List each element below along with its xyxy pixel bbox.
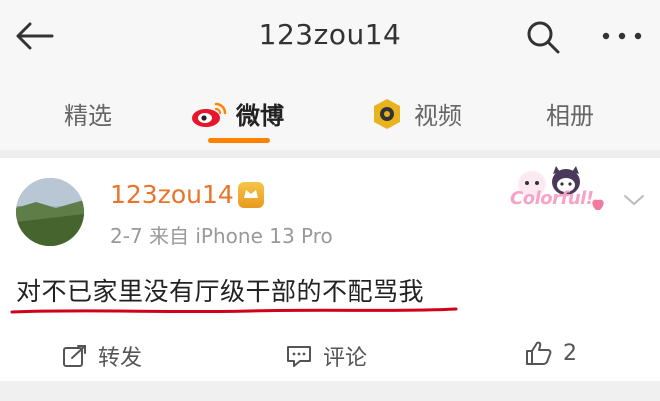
active-tab-indicator xyxy=(208,138,270,143)
tab-album[interactable]: 相册 xyxy=(546,96,594,131)
red-underline-annotation xyxy=(10,307,458,314)
tab-featured[interactable]: 精选 xyxy=(64,96,112,131)
tab-label: 视频 xyxy=(414,102,462,130)
bottom-gap xyxy=(0,381,660,401)
profile-tabs: 精选 微博 视频 相册 xyxy=(0,72,660,150)
post-username[interactable]: 123zou14 xyxy=(110,180,234,209)
avatar-image-icon xyxy=(16,178,84,246)
more-icon[interactable] xyxy=(600,26,644,46)
thumbs-up-icon xyxy=(526,341,552,365)
like-count: 2 xyxy=(563,340,577,366)
post-text: 对不已家里没有厅级干部的不配骂我 xyxy=(16,277,425,306)
card-decoration: Colorful! xyxy=(496,166,614,228)
repost-icon xyxy=(63,345,86,367)
video-badge-icon xyxy=(374,98,400,129)
top-bar: 123zou14 xyxy=(0,0,660,72)
tab-weibo[interactable]: 微博 xyxy=(190,96,284,131)
search-icon[interactable] xyxy=(525,20,561,54)
tab-label: 微博 xyxy=(236,102,284,130)
divider xyxy=(0,150,660,158)
repost-button[interactable]: 转发 xyxy=(62,340,142,372)
page-title: 123zou14 xyxy=(258,18,402,51)
post-actions: 转发 评论 2 xyxy=(0,330,660,376)
post-card: 123zou14 2-7 来自 iPhone 13 Pro Colorful! … xyxy=(0,158,660,381)
comment-icon xyxy=(287,346,311,367)
post-meta: 2-7 来自 iPhone 13 Pro xyxy=(110,224,333,248)
repost-label: 转发 xyxy=(98,346,143,371)
chevron-down-icon[interactable] xyxy=(622,192,646,208)
vip-badge-icon xyxy=(238,182,264,208)
avatar[interactable] xyxy=(16,178,84,246)
tab-label: 相册 xyxy=(546,102,594,130)
tab-video[interactable]: 视频 xyxy=(370,96,462,131)
comment-button[interactable]: 评论 xyxy=(285,340,367,372)
like-button[interactable]: 2 xyxy=(525,340,577,366)
tab-label: 精选 xyxy=(64,102,112,130)
decor-label: Colorful! xyxy=(510,188,594,209)
weibo-logo-icon xyxy=(192,102,227,127)
comment-label: 评论 xyxy=(323,346,368,371)
